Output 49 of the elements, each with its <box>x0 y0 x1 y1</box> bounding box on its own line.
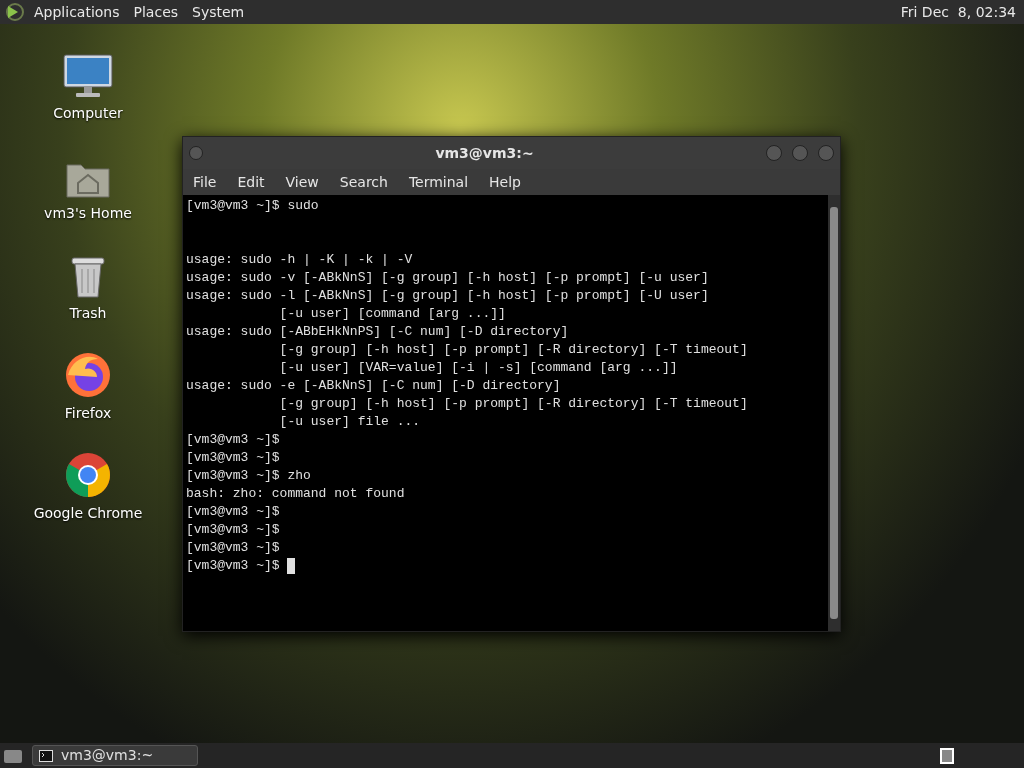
desktop-icon-label[interactable]: Trash <box>69 303 107 324</box>
desktop-icon-label[interactable]: Computer <box>53 103 123 124</box>
distro-logo-icon[interactable] <box>4 2 26 22</box>
terminal-line: [vm3@vm3 ~]$ <box>186 557 281 575</box>
terminal-line: [-u user] [command [arg ...]] <box>278 305 506 323</box>
monitor-icon <box>62 53 114 99</box>
terminal-line: [vm3@vm3 ~]$ <box>186 539 280 557</box>
terminal-line: [vm3@vm3 ~]$ zho <box>186 467 311 485</box>
panel-menu[interactable]: System <box>192 1 245 23</box>
panel-menu[interactable]: Applications <box>34 1 120 23</box>
taskbar-button[interactable]: vm3@vm3:~ <box>32 745 198 766</box>
terminal-line: [-u user] file ... <box>278 413 421 431</box>
menu-item[interactable]: Search <box>339 171 388 193</box>
menu-item[interactable]: Edit <box>237 171 265 193</box>
trash-icon <box>68 255 108 299</box>
chrome-logo-icon <box>64 451 112 499</box>
minimize-button[interactable] <box>766 145 782 161</box>
desktop-icon-label[interactable]: vm3's Home <box>44 203 132 224</box>
clock[interactable]: Fri Dec 8, 02:34 <box>900 1 1016 23</box>
fox-globe-icon <box>64 351 112 399</box>
window-menu-icon[interactable] <box>189 146 203 160</box>
menu-item[interactable]: Terminal <box>408 171 469 193</box>
terminal-line: [vm3@vm3 ~]$ <box>186 503 280 521</box>
terminal-line: [-g group] [-h host] [-p prompt] [-R directory] [-T timeout] <box>278 341 748 359</box>
terminal-line: usage: sudo -e [-ABkNnS] [-C num] [-D directory] <box>186 377 561 395</box>
desktop-icon-label[interactable]: Firefox <box>64 403 112 424</box>
menu-item[interactable]: View <box>285 171 319 193</box>
menu-item[interactable]: File <box>193 171 217 193</box>
terminal-line: usage: sudo [-ABbEHkNnPS] [-C num] [-D directory] <box>186 323 569 341</box>
text-cursor <box>287 558 296 574</box>
terminal-line: [vm3@vm3 ~]$ <box>186 431 280 449</box>
menu-item[interactable]: Help <box>489 171 521 193</box>
terminal-line: [vm3@vm3 ~]$ <box>186 449 280 467</box>
maximize-button[interactable] <box>792 145 808 161</box>
terminal-icon <box>39 749 53 762</box>
terminal-line: [vm3@vm3 ~]$ <box>186 521 280 539</box>
close-button[interactable] <box>818 145 834 161</box>
terminal-line: [-u user] [VAR=value] [-i | -s] [command [arg ...]] <box>278 359 678 377</box>
desktop-icon-label[interactable]: Google Chrome <box>33 503 143 524</box>
terminal-line: [vm3@vm3 ~]$ sudo <box>186 197 319 215</box>
scrollbar[interactable] <box>828 195 840 631</box>
terminal-line: bash: zho: command not found <box>186 485 405 503</box>
terminal-line: [-g group] [-h host] [-p prompt] [-R directory] [-T timeout] <box>278 395 748 413</box>
workspace-switcher[interactable] <box>940 747 954 764</box>
panel-menu[interactable]: Places <box>133 1 179 23</box>
terminal-line: usage: sudo -l [-ABkNnS] [-g group] [-h host] [-p prompt] [-U user] <box>186 287 709 305</box>
terminal-line: usage: sudo -h | -K | -k | -V <box>186 251 413 269</box>
terminal-line: usage: sudo -v [-ABkNnS] [-g group] [-h host] [-p prompt] [-u user] <box>186 269 709 287</box>
window-title: vm3@vm3:~ <box>434 143 535 163</box>
